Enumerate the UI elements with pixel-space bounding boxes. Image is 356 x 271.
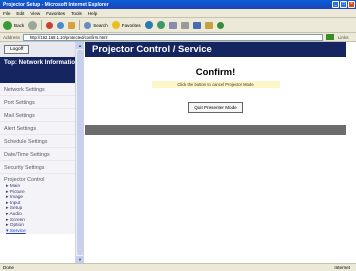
- address-bar: Address http://192.168.1.10/protected/co…: [0, 33, 356, 42]
- main-panel: Projector Control / Service Confirm! Cli…: [85, 42, 346, 263]
- window-title: Projector Setup - Microsoft Internet Exp…: [3, 1, 109, 8]
- messenger-button[interactable]: [216, 21, 224, 29]
- menu-view[interactable]: View: [30, 11, 40, 16]
- discuss-button[interactable]: [204, 21, 213, 29]
- menu-favorites[interactable]: Favorites: [46, 11, 65, 16]
- go-button[interactable]: [325, 34, 334, 40]
- favorites-button[interactable]: Favorites: [111, 21, 141, 29]
- forward-button[interactable]: [28, 20, 38, 30]
- refresh-icon: [57, 21, 65, 29]
- print-icon: [180, 21, 189, 29]
- back-label: Back: [14, 22, 25, 28]
- browser-window: Projector Setup - Microsoft Internet Exp…: [0, 0, 356, 271]
- forward-arrow-icon: [28, 20, 38, 30]
- logoff-button[interactable]: Logoff: [4, 45, 30, 54]
- links-label[interactable]: Links: [338, 35, 349, 40]
- sidebar-item-alert-settings[interactable]: Alert Settings: [0, 122, 83, 135]
- instruction-text: Click the button to cancel Projector Mod…: [151, 81, 280, 88]
- button-row: Quit Presenter Mode: [85, 96, 346, 114]
- folder-icon: [204, 21, 213, 29]
- sidebar-subitem-service[interactable]: ▾ Service: [0, 228, 83, 235]
- search-button[interactable]: Search: [84, 21, 108, 29]
- close-button[interactable]: ×: [348, 1, 355, 8]
- sidebar-item-datetime-settings[interactable]: Date/Time Settings: [0, 148, 83, 161]
- title-bar: Projector Setup - Microsoft Internet Exp…: [0, 0, 356, 9]
- scroll-up-arrow-icon[interactable]: ▲: [76, 42, 84, 49]
- star-icon: [111, 21, 120, 29]
- stop-button[interactable]: [46, 21, 54, 29]
- favorites-label: Favorites: [121, 22, 141, 28]
- sidebar-item-port-settings[interactable]: Port Settings: [0, 96, 83, 109]
- stop-icon: [46, 21, 54, 29]
- edit-icon: [192, 21, 201, 29]
- quit-presenter-mode-button[interactable]: Quit Presenter Mode: [188, 102, 243, 113]
- refresh-button[interactable]: [57, 21, 65, 29]
- status-bar: Done Internet: [0, 263, 356, 271]
- home-button[interactable]: [68, 21, 76, 29]
- history-icon: [156, 21, 165, 29]
- minimize-button[interactable]: _: [332, 1, 339, 8]
- browser-toolbar: Back Search Favorites: [0, 18, 356, 33]
- menu-help[interactable]: Help: [88, 11, 97, 16]
- sidebar-item-mail-settings[interactable]: Mail Settings: [0, 109, 83, 122]
- media-icon: [144, 21, 153, 29]
- confirm-title: Confirm!: [195, 67, 236, 78]
- menu-bar: File Edit View Favorites Tools Help: [0, 9, 356, 18]
- print-button[interactable]: [180, 21, 189, 29]
- sidebar-item-schedule-settings[interactable]: Schedule Settings: [0, 135, 83, 148]
- sidebar-scrollbar[interactable]: ▲ ▼: [75, 42, 84, 263]
- sidebar: Logoff Top: Network Information Network …: [0, 42, 84, 263]
- messenger-icon: [216, 21, 224, 29]
- search-icon: [84, 21, 92, 29]
- url-text: http://192.168.1.10/protected/confirm.ht…: [29, 34, 108, 40]
- address-input[interactable]: http://192.168.1.10/protected/confirm.ht…: [22, 33, 323, 41]
- toolbar-separator: [79, 20, 81, 30]
- maximize-button[interactable]: □: [340, 1, 347, 8]
- menu-file[interactable]: File: [3, 11, 10, 16]
- sidebar-top-network-information[interactable]: Top: Network Information: [0, 57, 83, 83]
- status-text: Done: [3, 265, 14, 270]
- back-arrow-icon: [3, 20, 12, 30]
- mail-button[interactable]: [168, 21, 177, 29]
- page-title: Projector Control / Service: [85, 42, 346, 57]
- sidebar-item-security-settings[interactable]: Security Settings: [0, 161, 83, 174]
- footer-band: [85, 125, 346, 135]
- scroll-down-arrow-icon[interactable]: ▼: [76, 256, 84, 263]
- sidebar-item-projector-control[interactable]: Projector Control: [0, 174, 83, 184]
- mail-icon: [168, 21, 177, 29]
- edit-button[interactable]: [192, 21, 201, 29]
- menu-edit[interactable]: Edit: [16, 11, 24, 16]
- media-button[interactable]: [144, 21, 153, 29]
- address-label: Address: [3, 34, 20, 40]
- logoff-area: Logoff: [0, 42, 83, 57]
- search-label: Search: [93, 22, 108, 28]
- back-button[interactable]: Back: [3, 20, 25, 30]
- menu-tools[interactable]: Tools: [71, 11, 82, 16]
- home-icon: [68, 21, 76, 29]
- history-button[interactable]: [156, 21, 165, 29]
- toolbar-separator: [41, 20, 43, 30]
- page-content: Logoff Top: Network Information Network …: [0, 42, 356, 263]
- sidebar-item-network-settings[interactable]: Network Settings: [0, 83, 83, 96]
- zone-indicator: Internet: [334, 265, 350, 270]
- scrollbar-thumb[interactable]: [77, 50, 83, 255]
